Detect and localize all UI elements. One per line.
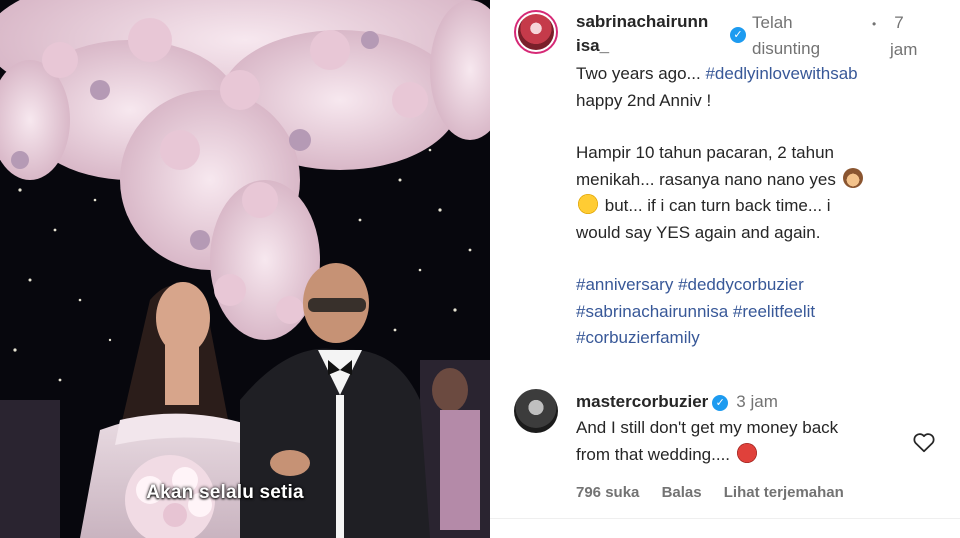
comment-text: And I still don't get my money back from… [576,418,839,464]
hashtag-link[interactable]: #dedlyinlovewithsab [705,64,857,83]
verified-badge-icon: ✓ [730,27,746,43]
comment-header: mastercorbuzier ✓ 3 jam [576,389,778,415]
comment-timestamp[interactable]: 3 jam [736,392,778,411]
author-avatar[interactable] [514,10,558,54]
verified-badge-icon: ✓ [712,394,729,411]
commenter-avatar[interactable] [514,389,558,433]
video-caption-overlay: Akan selalu setia [146,482,304,503]
edited-label: Telah disunting [752,13,821,58]
comments-panel: sabrinachairunn isa_ ✓ Telah disunting •… [490,0,960,538]
see-no-evil-monkey-emoji-icon [842,167,863,188]
see-translation-button[interactable]: Lihat terjemahan [724,484,844,501]
wedding-scene-image [0,0,490,538]
reel-video[interactable]: Akan selalu setia [0,0,490,538]
hashtag-link[interactable]: #anniversary [576,275,673,294]
hashtag-link[interactable]: #reelitfeelit [733,302,815,321]
post-author-username[interactable]: sabrinachairunn isa_ [576,10,746,58]
hashtag-link[interactable]: #corbuzierfamily [576,328,700,347]
panel-divider [490,518,960,538]
reply-button[interactable]: Balas [662,484,702,501]
smiling-face-with-hearts-emoji-icon [578,194,598,214]
post-timestamp[interactable]: • 7 jam [872,10,932,63]
heart-outline-icon[interactable] [911,429,937,455]
hashtag-link[interactable]: #deddycorbuzier [678,275,804,294]
comment-actions: 796 suka Balas Lihat terjemahan [576,484,862,501]
post-caption: Two years ago... #dedlyinlovewithsab hap… [576,61,936,352]
commenter-username[interactable]: mastercorbuzier [576,392,708,411]
hashtag-link[interactable]: #sabrinachairunnisa [576,302,728,321]
likes-count[interactable]: 796 suka [576,484,639,501]
angry-face-emoji-icon [736,442,757,463]
